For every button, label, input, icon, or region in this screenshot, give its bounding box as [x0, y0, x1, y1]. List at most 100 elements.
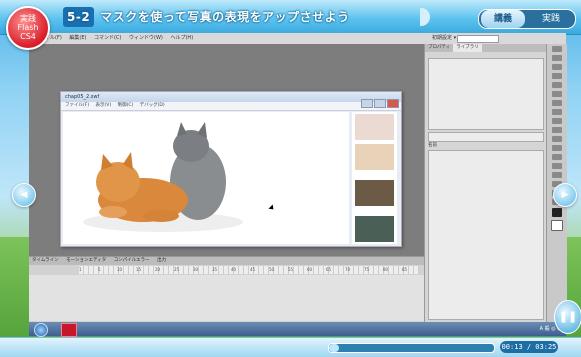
lasso-tool-icon[interactable]	[552, 82, 562, 88]
paint-bucket-icon[interactable]	[552, 163, 562, 169]
tab-library[interactable]: ライブラリ	[453, 44, 482, 52]
frame-number: 65	[326, 267, 332, 272]
window-controls	[360, 93, 399, 112]
course-logo: 実践 Flash CS4	[6, 6, 50, 50]
selection-tool-icon[interactable]	[552, 46, 562, 52]
playback-bar: 00:13 / 03:25	[0, 337, 581, 357]
frame-number: 5	[98, 267, 101, 272]
pen-tool-icon[interactable]	[552, 91, 562, 97]
thumbnail-2[interactable]	[355, 144, 394, 170]
seek-bar[interactable]	[328, 343, 495, 353]
frame-number: 55	[288, 267, 294, 272]
deco-tool-icon[interactable]	[552, 145, 562, 151]
lesson-title-text: マスクを使って写真の表現をアップさせよう	[100, 10, 350, 24]
lesson-title: 5-2 マスクを使って写真の表現をアップさせよう	[63, 7, 471, 27]
tab-practice[interactable]: 実践	[529, 10, 573, 28]
thumbnail-strip	[352, 112, 397, 244]
os-taskbar: A 般 ◎ ◇	[29, 322, 566, 337]
tab-compile-errors[interactable]: コンパイルエラー	[114, 258, 150, 263]
library-search[interactable]	[428, 132, 544, 142]
menu-window[interactable]: ウィンドウ(W)	[129, 35, 163, 41]
tab-properties[interactable]: プロパティ	[425, 44, 453, 52]
frame-number: 75	[364, 267, 370, 272]
3d-rotation-tool-icon[interactable]	[552, 73, 562, 79]
search-input[interactable]	[457, 35, 499, 43]
line-tool-icon[interactable]	[552, 109, 562, 115]
subselection-tool-icon[interactable]	[552, 55, 562, 61]
thumbnail-4[interactable]	[355, 216, 394, 242]
frame-number: 30	[193, 267, 199, 272]
video-screen: ファイル(F) 編集(E) コマンド(C) ウィンドウ(W) ヘルプ(H) 初期…	[29, 33, 567, 337]
swf-menu-file[interactable]: ファイル(F)	[65, 103, 89, 108]
frame-number: 45	[250, 267, 256, 272]
timeline-layers[interactable]	[29, 275, 424, 321]
workspace-select[interactable]: 初期設定 ▾	[432, 33, 456, 44]
menu-edit[interactable]: 編集(E)	[69, 35, 86, 41]
minimize-button[interactable]	[361, 99, 373, 108]
frame-number: 25	[174, 267, 180, 272]
app-frame: 5-2 マスクを使って写真の表現をアップさせよう 講義 実践 実践 Flash C…	[0, 0, 581, 357]
library-panel: プロパティ ライブラリ 名前	[424, 44, 547, 322]
logo-line-1: 実践	[20, 14, 36, 23]
logo-line-3: CS4	[20, 32, 36, 41]
thumbnail-1[interactable]	[355, 114, 394, 140]
bone-tool-icon[interactable]	[552, 154, 562, 160]
fill-color-icon[interactable]	[551, 220, 563, 231]
frame-number: 35	[212, 267, 218, 272]
frame-number: 70	[345, 267, 351, 272]
flash-app-icon[interactable]	[61, 323, 77, 337]
timeline-tabs: タイムライン モーションエディタ コンパイルエラー 出力	[29, 257, 424, 265]
flash-menubar: ファイル(F) 編集(E) コマンド(C) ウィンドウ(W) ヘルプ(H) 初期…	[29, 33, 566, 44]
cats-illustration	[83, 122, 243, 232]
mode-tabs: 講義 実践	[478, 9, 576, 29]
rectangle-tool-icon[interactable]	[552, 118, 562, 124]
tab-lecture[interactable]: 講義	[481, 10, 525, 28]
maximize-button[interactable]	[374, 99, 386, 108]
eyedropper-icon[interactable]	[552, 172, 562, 178]
brush-tool-icon[interactable]	[552, 136, 562, 142]
frame-number: 1	[79, 267, 82, 272]
panel-tabs: プロパティ ライブラリ	[425, 44, 547, 52]
tab-timeline[interactable]: タイムライン	[32, 258, 59, 263]
cat-photo	[63, 112, 349, 244]
swf-player-window: chap05_2.swf ファイル(F) 表示(V) 制御(C) デバッグ(D)	[60, 91, 402, 247]
menu-help[interactable]: ヘルプ(H)	[170, 35, 193, 41]
swf-menubar: ファイル(F) 表示(V) 制御(C) デバッグ(D)	[61, 102, 401, 111]
tab-motion-editor[interactable]: モーションエディタ	[66, 258, 106, 263]
menu-command[interactable]: コマンド(C)	[94, 35, 121, 41]
text-tool-icon[interactable]	[552, 100, 562, 106]
frame-ruler[interactable]: 1 5 10 15 20 25 30 35 40 45 50 55 60 65 70 75 80 85	[79, 266, 419, 274]
library-list	[428, 150, 544, 320]
stroke-color-icon[interactable]	[552, 208, 562, 217]
swf-title: chap05_2.swf	[61, 92, 401, 102]
frame-number: 15	[136, 267, 142, 272]
column-name-label: 名前	[428, 143, 437, 148]
logo-line-2: Flash	[17, 23, 39, 32]
swf-menu-debug[interactable]: デバッグ(D)	[140, 103, 165, 108]
pause-button-icon[interactable]: ❚❚	[554, 300, 581, 334]
seek-progress	[329, 344, 339, 352]
start-button-icon[interactable]	[34, 323, 48, 337]
pencil-tool-icon[interactable]	[552, 127, 562, 133]
frame-number: 50	[269, 267, 275, 272]
stage-area: chap05_2.swf ファイル(F) 表示(V) 制御(C) デバッグ(D)	[29, 44, 424, 256]
frame-number: 20	[155, 267, 161, 272]
swf-menu-control[interactable]: 制御(C)	[118, 103, 134, 108]
time-display: 00:13 / 03:25	[500, 341, 558, 353]
next-arrow-icon[interactable]: ▶	[553, 183, 577, 207]
frame-number: 10	[117, 267, 123, 272]
frame-number: 60	[307, 267, 313, 272]
timeline-panel: タイムライン モーションエディタ コンパイルエラー 出力 1 5 10 15 20 25 3…	[29, 256, 424, 323]
frame-number: 40	[231, 267, 237, 272]
tab-output[interactable]: 出力	[157, 258, 166, 263]
thumbnail-3[interactable]	[355, 180, 394, 206]
header-bar: 5-2 マスクを使って写真の表現をアップさせよう 講義 実践	[0, 0, 581, 35]
frame-number: 80	[383, 267, 389, 272]
transform-tool-icon[interactable]	[552, 64, 562, 70]
frame-number: 85	[402, 267, 408, 272]
swf-menu-view[interactable]: 表示(V)	[96, 103, 112, 108]
library-preview	[428, 58, 544, 130]
close-button[interactable]	[387, 99, 399, 108]
previous-arrow-icon[interactable]: ◀	[12, 183, 36, 207]
lesson-number: 5-2	[63, 7, 95, 27]
